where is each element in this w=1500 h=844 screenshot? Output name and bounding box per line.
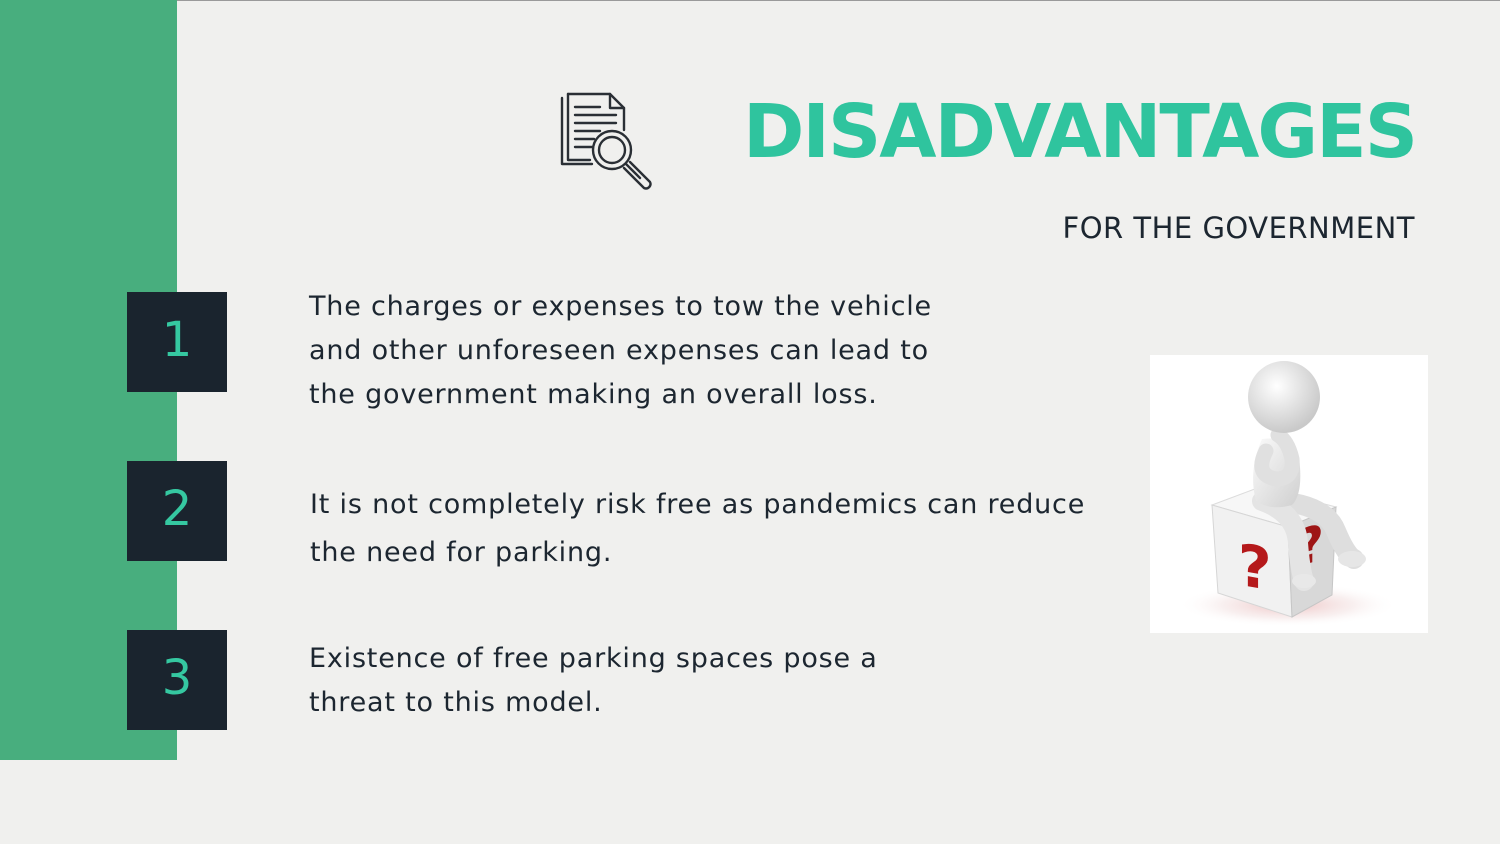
- slide-title: DISADVANTAGES: [743, 89, 1418, 175]
- point-text-line: Existence of free parking spaces pose a: [309, 643, 878, 674]
- point-text: Existence of free parking spaces pose a …: [309, 637, 878, 725]
- svg-text:?: ?: [1238, 531, 1272, 604]
- point-number-box: 3: [127, 630, 227, 730]
- point-text: The charges or expenses to tow the vehic…: [309, 285, 932, 417]
- point-number-box: 1: [127, 292, 227, 392]
- point-text-line: and other unforeseen expenses can lead t…: [309, 335, 929, 366]
- point-text-line: The charges or expenses to tow the vehic…: [309, 291, 932, 322]
- point-text-line: It is not completely risk free as pandem…: [310, 489, 1086, 520]
- point-number-box: 2: [127, 461, 227, 561]
- point-text-line: the government making an overall loss.: [309, 379, 878, 410]
- point-text-line: threat to this model.: [309, 687, 603, 718]
- point-text-line: the need for parking.: [310, 537, 613, 568]
- slide-subtitle: FOR THE GOVERNMENT: [1062, 211, 1415, 245]
- point-text: It is not completely risk free as pandem…: [310, 481, 1085, 577]
- thinking-figure-question-box: ? ?: [1150, 355, 1428, 633]
- top-divider: [0, 0, 1500, 1]
- document-search-icon: [560, 92, 652, 190]
